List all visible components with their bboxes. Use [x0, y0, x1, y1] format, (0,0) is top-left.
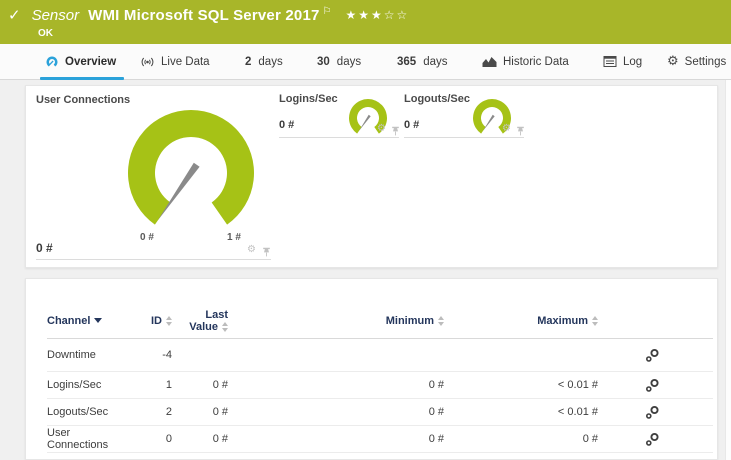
channel-table-panel: Channel ID Last Value Minimum Maximum Do… [25, 278, 718, 460]
gauge-pin-icon[interactable] [262, 247, 271, 257]
last-value: 0 # [212, 406, 228, 418]
tab-label: days [336, 55, 362, 68]
main-gauge-title: User Connections [36, 94, 131, 106]
channel-id: 1 [165, 379, 172, 391]
divider [36, 259, 271, 260]
logins-gauge-value: 0 # [279, 119, 295, 131]
column-header-minimum[interactable]: Minimum [386, 315, 444, 327]
tab-label: Historic Data [503, 55, 569, 68]
column-header-maximum[interactable]: Maximum [537, 315, 598, 327]
divider [279, 137, 399, 138]
column-header-channel[interactable]: Channel [47, 315, 132, 327]
status-badge: OK [38, 28, 53, 39]
sort-icon [438, 315, 444, 326]
gauge-settings-gear-icon[interactable]: ⚙ [377, 123, 386, 134]
gauge-settings-gear-icon[interactable]: ⚙ [502, 123, 511, 134]
channel-settings-icon[interactable] [645, 405, 660, 420]
maximum-value: < 0.01 # [557, 406, 598, 418]
sensor-header: ✓ Sensor WMI Microsoft SQL Server 2017 ⚐… [0, 0, 731, 44]
log-list-icon [603, 56, 617, 67]
logins-gauge-title: Logins/Sec [279, 93, 338, 105]
table-row: Logins/Sec 1 0 # 0 # < 0.01 # [47, 372, 713, 399]
channel-settings-icon[interactable] [645, 378, 660, 393]
logouts-gauge-value: 0 # [404, 119, 420, 131]
tab-365-days[interactable]: 365 days [397, 44, 447, 79]
minimum-value: 0 # [428, 406, 444, 418]
tab-live-data[interactable]: Live Data [140, 44, 210, 79]
divider [404, 137, 524, 138]
channel-name[interactable]: Downtime [47, 349, 132, 361]
sort-desc-icon [94, 318, 103, 323]
last-value: 0 # [212, 379, 228, 391]
gauge-pin-icon[interactable] [516, 126, 525, 136]
sensor-kind-label: Sensor [31, 7, 80, 24]
channel-settings-icon[interactable] [645, 348, 660, 363]
tab-label: Settings [684, 55, 727, 68]
table-row: User Connections 0 0 # 0 # 0 # [47, 426, 713, 453]
user-connections-gauge [128, 109, 254, 225]
tab-label: Log [623, 55, 643, 68]
gear-icon: ⚙ [667, 54, 679, 69]
gauge-icon [46, 56, 58, 67]
gauge-scale-min: 0 # [140, 232, 154, 243]
table-row: Downtime -4 [47, 339, 713, 372]
channel-name[interactable]: Logins/Sec [47, 379, 132, 391]
tab-label: Live Data [161, 55, 210, 68]
last-value: 0 # [212, 433, 228, 445]
tab-2-days[interactable]: 2 days [245, 44, 283, 79]
channel-id: -4 [162, 349, 172, 361]
prtg-sensor-page: ✓ Sensor WMI Microsoft SQL Server 2017 ⚐… [0, 0, 731, 460]
tab-bar: Overview Live Data 2 days 30 days 365 da… [0, 44, 731, 80]
live-signal-icon [141, 57, 154, 66]
status-ok-check-icon: ✓ [8, 7, 21, 24]
area-chart-icon [482, 56, 497, 67]
tab-overview[interactable]: Overview [45, 44, 116, 79]
column-header-last-value[interactable]: Last Value [172, 309, 228, 333]
gauge-pin-icon[interactable] [391, 126, 400, 136]
gauges-panel: User Connections 0 # 1 # 0 # ⚙ Logins/Se… [25, 85, 718, 268]
sort-icon [222, 321, 228, 332]
gauge-scale-max: 1 # [227, 232, 241, 243]
flag-icon: ⚐ [322, 6, 332, 17]
minimum-value: 0 # [428, 433, 444, 445]
table-row: Logouts/Sec 2 0 # 0 # < 0.01 # [47, 399, 713, 426]
gauge-needle [482, 114, 495, 132]
minimum-value: 0 # [428, 379, 444, 391]
tab-label: days [258, 55, 283, 68]
logouts-gauge-title: Logouts/Sec [404, 93, 471, 105]
channel-settings-icon[interactable] [645, 432, 660, 447]
gauge-needle [358, 114, 371, 132]
main-gauge-value: 0 # [36, 241, 53, 255]
tab-label: days [423, 55, 448, 68]
page-title: WMI Microsoft SQL Server 2017 [88, 7, 320, 24]
tab-label: Overview [65, 55, 117, 68]
gauge-needle [157, 162, 200, 221]
tab-historic-data[interactable]: Historic Data [482, 44, 569, 79]
right-panel-edge [725, 80, 731, 460]
channel-id: 0 [165, 433, 172, 445]
tab-log[interactable]: Log [603, 44, 642, 79]
active-tab-indicator [40, 77, 124, 80]
gauge-settings-gear-icon[interactable]: ⚙ [247, 244, 256, 255]
maximum-value: 0 # [582, 433, 598, 445]
sort-icon [592, 315, 598, 326]
channel-name[interactable]: Logouts/Sec [47, 406, 132, 418]
maximum-value: < 0.01 # [557, 379, 598, 391]
tab-30-days[interactable]: 30 days [317, 44, 361, 79]
priority-stars[interactable]: ★★★☆☆ [346, 8, 410, 22]
channel-name[interactable]: User Connections [47, 427, 132, 451]
table-header-row: Channel ID Last Value Minimum Maximum [47, 303, 713, 339]
channel-id: 2 [165, 406, 172, 418]
column-header-id[interactable]: ID [151, 315, 172, 327]
tab-settings[interactable]: ⚙ Settings [667, 44, 726, 79]
